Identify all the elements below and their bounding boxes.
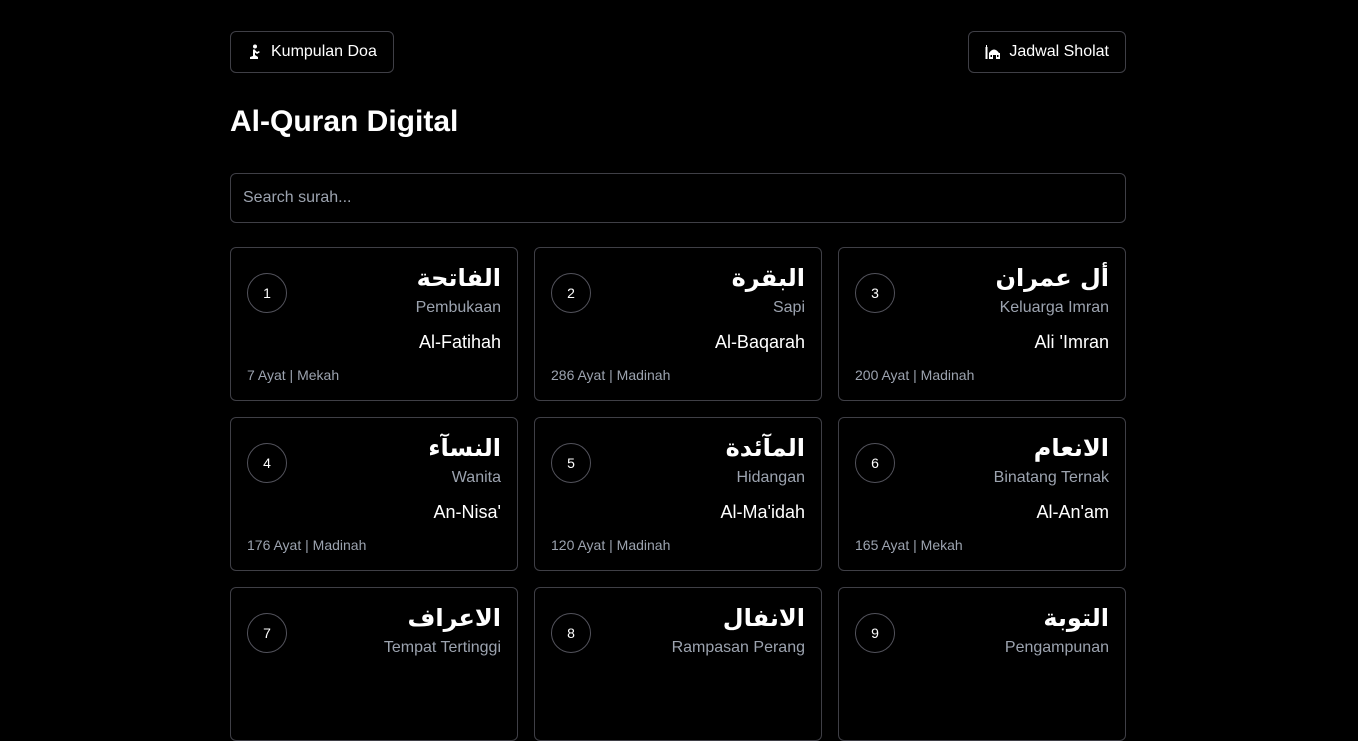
surah-card[interactable]: 2 البقرة Sapi Al-Baqarah 286 Ayat | Madi… <box>534 247 822 401</box>
kumpulan-doa-button[interactable]: Kumpulan Doa <box>230 31 394 73</box>
top-nav: Kumpulan Doa Jadwal Sholat <box>230 31 1126 73</box>
surah-arabic-name: الفاتحة <box>416 264 501 292</box>
surah-number-badge: 6 <box>855 443 895 483</box>
search-input[interactable] <box>230 173 1126 223</box>
surah-latin-name: Al-Baqarah <box>714 332 805 352</box>
surah-card[interactable]: 1 الفاتحة Pembukaan Al-Fatihah 7 Ayat | … <box>230 247 518 401</box>
surah-latin-name: Ali 'Imran <box>1034 332 1109 352</box>
surah-meaning: Binatang Ternak <box>993 469 1109 486</box>
surah-number-badge: 8 <box>551 613 591 653</box>
surah-number-badge: 9 <box>855 613 895 653</box>
jadwal-sholat-button[interactable]: Jadwal Sholat <box>968 31 1126 73</box>
surah-card[interactable]: 8 الانفال Rampasan Perang <box>534 587 822 741</box>
surah-latin-name: Al-An'am <box>1036 502 1109 522</box>
person-praying-icon <box>247 44 263 60</box>
jadwal-sholat-label: Jadwal Sholat <box>1009 43 1109 60</box>
surah-meaning: Rampasan Perang <box>671 639 805 656</box>
surah-arabic-name: الانفال <box>722 604 805 632</box>
surah-meaning: Pengampunan <box>1004 639 1109 656</box>
surah-info: 200 Ayat | Madinah <box>855 367 975 383</box>
surah-card[interactable]: 9 التوبة Pengampunan <box>838 587 1126 741</box>
surah-meaning: Keluarga Imran <box>999 299 1109 316</box>
surah-meaning: Pembukaan <box>415 299 501 316</box>
surah-number-badge: 1 <box>247 273 287 313</box>
surah-card[interactable]: 5 المآئدة Hidangan Al-Ma'idah 120 Ayat |… <box>534 417 822 571</box>
surah-info: 286 Ayat | Madinah <box>551 367 671 383</box>
surah-arabic-name: الاعراف <box>407 604 501 632</box>
surah-latin-name: Al-Ma'idah <box>720 502 805 522</box>
surah-info: 165 Ayat | Mekah <box>855 537 963 553</box>
surah-meaning: Tempat Tertinggi <box>383 639 501 656</box>
surah-meaning: Sapi <box>772 299 805 316</box>
surah-grid: 1 الفاتحة Pembukaan Al-Fatihah 7 Ayat | … <box>230 247 1126 741</box>
surah-arabic-name: التوبة <box>1043 604 1109 632</box>
surah-latin-name: An-Nisa' <box>433 502 501 522</box>
surah-number-badge: 3 <box>855 273 895 313</box>
surah-number-badge: 2 <box>551 273 591 313</box>
surah-info: 7 Ayat | Mekah <box>247 367 340 383</box>
surah-card[interactable]: 7 الاعراف Tempat Tertinggi <box>230 587 518 741</box>
surah-number-badge: 7 <box>247 613 287 653</box>
kumpulan-doa-label: Kumpulan Doa <box>271 43 377 60</box>
mosque-icon <box>985 44 1001 60</box>
surah-card[interactable]: 4 النسآء Wanita An-Nisa' 176 Ayat | Madi… <box>230 417 518 571</box>
surah-latin-name: Al-Fatihah <box>418 332 501 352</box>
surah-arabic-name: النسآء <box>428 434 501 462</box>
surah-meaning: Hidangan <box>736 469 806 486</box>
page-title: Al-Quran Digital <box>230 105 459 138</box>
surah-number-badge: 5 <box>551 443 591 483</box>
surah-card[interactable]: 6 الانعام Binatang Ternak Al-An'am 165 A… <box>838 417 1126 571</box>
surah-arabic-name: البقرة <box>731 264 805 292</box>
surah-arabic-name: الانعام <box>1033 434 1109 462</box>
surah-info: 120 Ayat | Madinah <box>551 537 671 553</box>
surah-meaning: Wanita <box>451 469 501 486</box>
surah-arabic-name: أل عمران <box>995 264 1109 292</box>
surah-info: 176 Ayat | Madinah <box>247 537 367 553</box>
surah-arabic-name: المآئدة <box>725 434 805 462</box>
surah-card[interactable]: 3 أل عمران Keluarga Imran Ali 'Imran 200… <box>838 247 1126 401</box>
surah-number-badge: 4 <box>247 443 287 483</box>
